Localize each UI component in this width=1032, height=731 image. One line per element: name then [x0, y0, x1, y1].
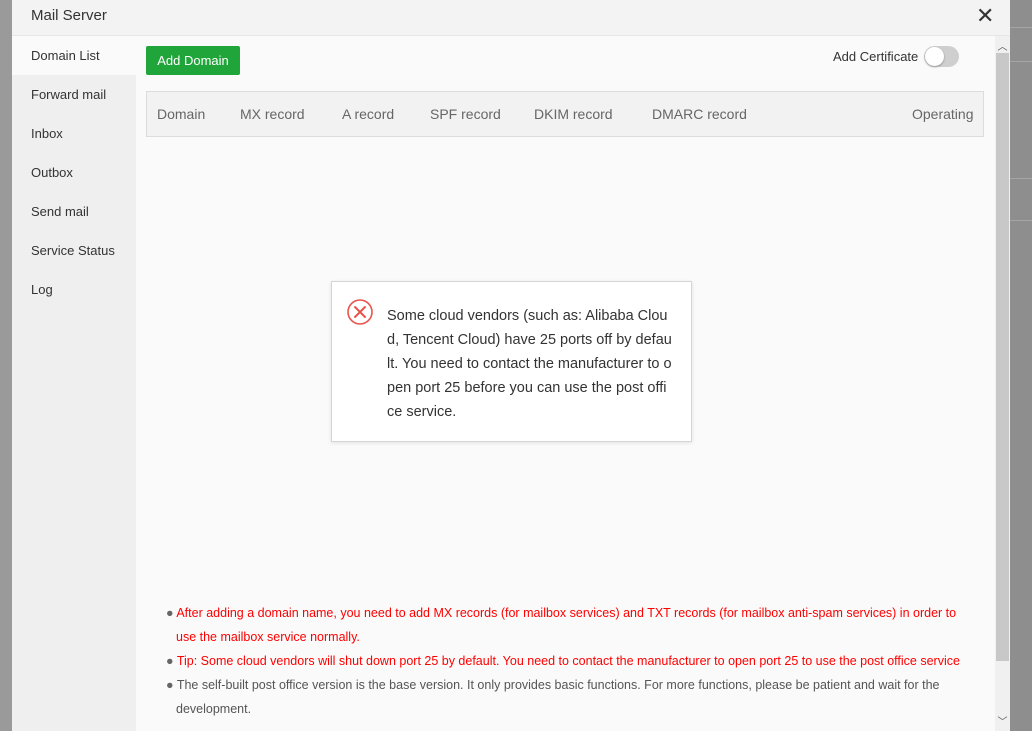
column-spf-record: SPF record: [430, 106, 501, 122]
add-certificate-label: Add Certificate: [833, 49, 919, 64]
scrollbar[interactable]: ︿ ﹀: [995, 36, 1010, 731]
modal-title: Mail Server: [31, 7, 107, 24]
add-domain-button[interactable]: Add Domain: [146, 46, 240, 75]
column-mx-record: MX record: [240, 106, 305, 122]
toggle-knob: [925, 47, 944, 66]
note-item: ● The self-built post office version is …: [166, 678, 940, 716]
scroll-down-icon[interactable]: ﹀: [995, 713, 1010, 728]
column-a-record: A record: [342, 106, 395, 122]
scrollbar-thumb[interactable]: [996, 53, 1009, 661]
background-overlay-right: [1010, 0, 1032, 731]
background-overlay-left: [0, 0, 12, 731]
add-certificate-toggle[interactable]: [924, 46, 959, 67]
sidebar-item-service-status[interactable]: Service Status: [12, 231, 136, 270]
sidebar-item-send-mail[interactable]: Send mail: [12, 192, 136, 231]
column-dmarc-record: DMARC record: [652, 106, 747, 122]
error-circle-x-icon: [347, 299, 373, 325]
close-icon[interactable]: ✕: [976, 5, 994, 27]
sidebar-item-log[interactable]: Log: [12, 270, 136, 309]
error-toast: Some cloud vendors (such as: Alibaba Clo…: [331, 281, 692, 442]
column-operating: Operating: [912, 106, 974, 122]
scroll-up-icon[interactable]: ︿: [995, 38, 1010, 53]
sidebar-item-domain-list[interactable]: Domain List: [12, 36, 136, 75]
notes-list: ● After adding a domain name, you need t…: [166, 601, 961, 721]
sidebar-item-inbox[interactable]: Inbox: [12, 114, 136, 153]
toast-message: Some cloud vendors (such as: Alibaba Clo…: [387, 308, 672, 420]
note-item: ● Tip: Some cloud vendors will shut down…: [166, 654, 960, 668]
sidebar-item-outbox[interactable]: Outbox: [12, 153, 136, 192]
sidebar: Domain List Forward mail Inbox Outbox Se…: [12, 36, 136, 731]
domain-table-header: Domain MX record A record SPF record DKI…: [146, 91, 984, 137]
note-item: ● After adding a domain name, you need t…: [166, 606, 957, 644]
modal-titlebar: Mail Server ✕: [12, 0, 1010, 36]
column-dkim-record: DKIM record: [534, 106, 613, 122]
sidebar-item-forward-mail[interactable]: Forward mail: [12, 75, 136, 114]
column-domain: Domain: [157, 106, 206, 122]
